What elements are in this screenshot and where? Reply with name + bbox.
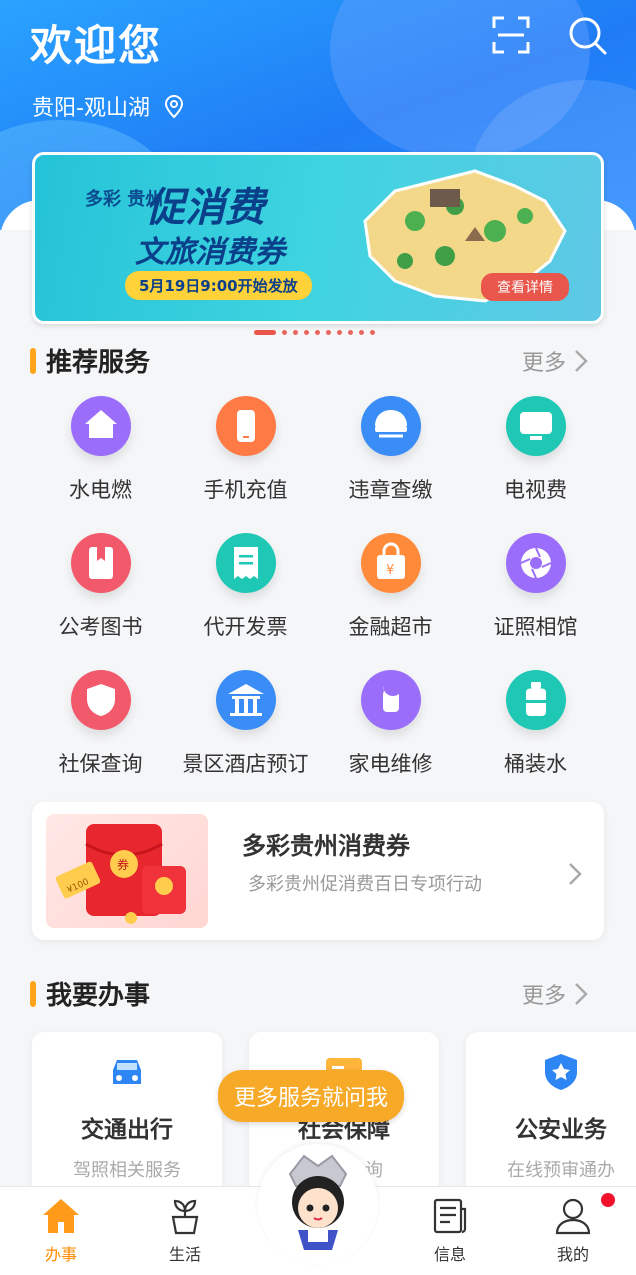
service-item[interactable]: 违章查缴 bbox=[318, 390, 463, 502]
pagination-dot bbox=[282, 330, 287, 335]
tab-mine[interactable]: 我的 bbox=[533, 1197, 613, 1265]
service-label: 手机充值 bbox=[203, 478, 288, 502]
view-details-button[interactable]: 查看详情 bbox=[481, 273, 569, 301]
wrench-icon bbox=[360, 670, 421, 730]
user-icon bbox=[555, 1198, 591, 1235]
service-label: 代开发票 bbox=[203, 615, 288, 639]
pagination-dot bbox=[293, 330, 298, 335]
police-shield-icon bbox=[545, 1054, 577, 1090]
plant-icon bbox=[171, 1199, 199, 1235]
banner-date: 5月19日9:00开始发放 bbox=[125, 271, 312, 300]
camera-shutter-icon bbox=[505, 533, 566, 593]
chevron-right-icon bbox=[569, 863, 582, 885]
card-title: 公安业务 bbox=[515, 1117, 607, 1143]
shopping-bag-icon: ¥ bbox=[360, 533, 421, 593]
affairs-more-link[interactable]: 更多 bbox=[522, 978, 588, 1010]
pagination-dot bbox=[304, 330, 309, 335]
tv-icon bbox=[505, 396, 566, 456]
service-item[interactable]: ¥ 金融超市 bbox=[318, 527, 463, 639]
scan-icon[interactable] bbox=[492, 16, 530, 54]
service-item[interactable]: 水电燃 bbox=[28, 390, 173, 502]
notification-badge bbox=[601, 1193, 615, 1207]
pagination-dot bbox=[315, 330, 320, 335]
shield-icon bbox=[70, 670, 131, 730]
pagination-dot bbox=[348, 330, 353, 335]
service-label: 桶装水 bbox=[504, 752, 567, 776]
house-icon bbox=[70, 396, 131, 456]
news-icon bbox=[433, 1198, 467, 1234]
banner-title: 促消费 bbox=[145, 185, 265, 231]
pagination-dot bbox=[326, 330, 331, 335]
service-label: 违章查缴 bbox=[348, 478, 433, 502]
search-icon[interactable] bbox=[568, 16, 608, 56]
welcome-title: 欢迎您 bbox=[30, 21, 163, 70]
service-label: 金融超市 bbox=[348, 615, 433, 639]
service-grid: 水电燃 手机充值 违章查缴 电视费公考图书 代开发票 ¥ 金融超市 证照相馆社保查询 景区酒店预… bbox=[28, 390, 608, 776]
service-label: 景区酒店预订 bbox=[182, 752, 309, 776]
card-title: 交通出行 bbox=[81, 1117, 173, 1143]
home-icon bbox=[43, 1199, 79, 1233]
tab-affairs[interactable]: 办事 bbox=[21, 1197, 101, 1265]
service-item[interactable]: 社保查询 bbox=[28, 664, 173, 776]
pavilion-icon bbox=[215, 670, 276, 730]
red-envelope-illustration: ¥100 券 bbox=[46, 814, 208, 928]
banner-subtitle: 文旅消费券 bbox=[135, 235, 285, 270]
pagination-dot bbox=[370, 330, 375, 335]
chevron-right-icon bbox=[575, 983, 588, 1005]
service-label: 电视费 bbox=[504, 478, 567, 502]
tab-life[interactable]: 生活 bbox=[145, 1197, 225, 1265]
affairs-card-public-security[interactable]: 公安业务 在线预审通办 bbox=[466, 1032, 636, 1202]
phone-icon bbox=[215, 396, 276, 456]
affairs-card-traffic[interactable]: 交通出行 驾照相关服务 bbox=[32, 1032, 222, 1202]
pagination-dot bbox=[359, 330, 364, 335]
water-bottle-icon bbox=[505, 670, 566, 730]
chevron-right-icon bbox=[575, 350, 588, 372]
service-label: 水电燃 bbox=[69, 478, 132, 502]
voucher-card[interactable]: ¥100 券 多彩贵州消费券 多彩贵州促消费百日专项行动 bbox=[32, 802, 604, 940]
service-item[interactable]: 公考图书 bbox=[28, 527, 173, 639]
recommended-more-link[interactable]: 更多 bbox=[522, 345, 588, 377]
location-text: 贵阳-观山湖 bbox=[32, 96, 150, 121]
svg-text:券: 券 bbox=[117, 857, 129, 872]
service-label: 证照相馆 bbox=[493, 615, 578, 639]
service-item[interactable]: 代开发票 bbox=[173, 527, 318, 639]
service-item[interactable]: 电视费 bbox=[463, 390, 608, 502]
mascot-icon bbox=[288, 1154, 348, 1250]
affairs-section-title: 我要办事 bbox=[30, 975, 150, 1012]
voucher-title: 多彩贵州消费券 bbox=[242, 832, 410, 860]
voucher-subtitle: 多彩贵州促消费百日专项行动 bbox=[248, 874, 482, 895]
recommended-section-title: 推荐服务 bbox=[30, 342, 150, 379]
pagination-dot bbox=[337, 330, 342, 335]
book-icon bbox=[70, 533, 131, 593]
svg-text:¥: ¥ bbox=[386, 563, 394, 578]
tab-info[interactable]: 信息 bbox=[410, 1197, 490, 1265]
service-label: 公考图书 bbox=[58, 615, 143, 639]
card-subtitle: 驾照相关服务 bbox=[73, 1160, 181, 1181]
car-icon bbox=[113, 1060, 141, 1084]
assistant-mascot[interactable] bbox=[258, 1144, 378, 1264]
location-pin-icon bbox=[164, 95, 183, 118]
banner-pagination bbox=[254, 330, 375, 335]
service-item[interactable]: 手机充值 bbox=[173, 390, 318, 502]
invoice-icon bbox=[215, 533, 276, 593]
service-item[interactable]: 家电维修 bbox=[318, 664, 463, 776]
assistant-bubble[interactable]: 更多服务就问我 bbox=[218, 1070, 405, 1122]
card-subtitle: 在线预审通办 bbox=[507, 1160, 615, 1181]
location-selector[interactable]: 贵阳-观山湖 bbox=[32, 90, 184, 122]
service-item[interactable]: 桶装水 bbox=[463, 664, 608, 776]
pagination-dot-active bbox=[254, 330, 276, 335]
promo-banner[interactable]: 多彩 贵州 促消费 文旅消费券 5月19日9:00开始发放 查看详情 bbox=[32, 152, 604, 324]
service-label: 社保查询 bbox=[58, 752, 143, 776]
police-cap-icon bbox=[360, 396, 421, 456]
service-item[interactable]: 景区酒店预订 bbox=[173, 664, 318, 776]
service-item[interactable]: 证照相馆 bbox=[463, 527, 608, 639]
service-label: 家电维修 bbox=[348, 752, 433, 776]
